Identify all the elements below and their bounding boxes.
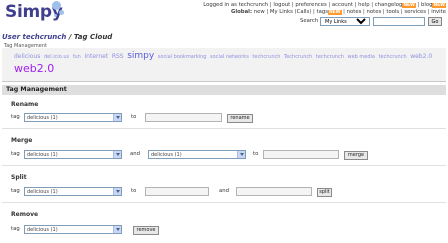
tag-cloud-link[interactable]: techcrunch xyxy=(316,54,344,60)
page-title: User techcrunch / Tag Cloud xyxy=(2,33,112,41)
blog-link[interactable]: blog xyxy=(421,2,432,8)
nav-notes-link[interactable]: notes xyxy=(347,9,362,15)
tag-management-heading: Tag Management xyxy=(2,85,446,95)
tag-cloud-link[interactable]: social bookmarking xyxy=(158,54,207,60)
section-divider xyxy=(2,128,446,129)
top-navigation: Logged in as techcrunch | logout | prefe… xyxy=(200,2,446,16)
tag-cloud-link[interactable]: Techcrunch xyxy=(284,54,312,60)
search-go-button[interactable]: Go xyxy=(428,17,442,26)
chevron-down-icon xyxy=(113,114,121,121)
page-title-section: Tag Cloud xyxy=(73,33,113,41)
merge-section-title: Merge xyxy=(11,137,33,144)
rename-new-name-input[interactable] xyxy=(145,113,222,122)
split-tag-select[interactable]: delicious (1) xyxy=(24,187,122,196)
chevron-down-icon xyxy=(113,226,121,233)
tag-cloud-link[interactable]: simpy xyxy=(127,51,154,61)
split-section-title: Split xyxy=(11,174,27,181)
nav-my-links-link[interactable]: My Links xyxy=(270,9,293,15)
nav-new-link[interactable]: new xyxy=(254,9,265,15)
global-label: Global: xyxy=(230,9,253,15)
tag-cloud-link[interactable]: fun xyxy=(73,54,81,60)
remove-tag-value: delicious (1) xyxy=(27,227,58,233)
new-badge: NEW xyxy=(432,3,446,8)
search-scope-select[interactable]: My Links xyxy=(320,17,370,26)
tag-cloud-link[interactable]: del.icio.us xyxy=(44,54,69,60)
chevron-down-icon xyxy=(113,188,121,195)
tag-cloud-link[interactable]: web media xyxy=(347,54,375,60)
simpy-logo[interactable]: Simpy xyxy=(2,0,72,30)
nav-services-link[interactable]: services xyxy=(404,9,426,15)
tag-cloud-link[interactable]: techcrunch xyxy=(379,54,407,60)
global-links-row: Global: new | My Links (Calls) | tagsNEW… xyxy=(230,9,446,15)
logout-link[interactable]: logout xyxy=(273,2,290,8)
remove-tag-label: tag xyxy=(11,226,20,232)
new-badge: NEW xyxy=(327,10,342,15)
merge-tag1-value: delicious (1) xyxy=(27,152,58,158)
nav-notes-link-2[interactable]: notes xyxy=(367,9,382,15)
page-title-sep: / xyxy=(68,33,72,41)
section-divider xyxy=(2,202,446,203)
tag-cloud-link[interactable]: techcrunch xyxy=(252,54,280,60)
new-badge: NEW xyxy=(402,3,416,8)
rename-to-label: to xyxy=(131,114,137,120)
remove-button[interactable]: remove xyxy=(133,226,159,235)
merge-tag2-select[interactable]: delicious (1) xyxy=(148,150,246,159)
logo-dot-medium xyxy=(59,10,64,15)
merge-tag2-value: delicious (1) xyxy=(151,152,182,158)
logo-dot-small xyxy=(54,14,57,17)
nav-calls-link[interactable]: Calls xyxy=(297,9,310,15)
nav-invite-link[interactable]: invite xyxy=(431,9,446,15)
tag-cloud: delicious del.icio.us fun Internet RSS s… xyxy=(2,48,446,82)
changelog-link[interactable]: changelog xyxy=(375,2,403,8)
account-link[interactable]: account xyxy=(332,2,353,8)
chevron-down-icon xyxy=(237,151,245,158)
account-links-row: Logged in as techcrunch | logout | prefe… xyxy=(203,2,446,8)
rename-tag-value: delicious (1) xyxy=(27,115,58,121)
split-to-label: to xyxy=(131,188,137,194)
remove-tag-select[interactable]: delicious (1) xyxy=(24,225,122,234)
help-link[interactable]: help xyxy=(358,2,369,8)
tag-cloud-link[interactable]: RSS xyxy=(112,53,124,60)
search-input[interactable] xyxy=(373,17,425,26)
preferences-link[interactable]: preferences xyxy=(295,2,326,8)
tag-cloud-link[interactable]: Internet xyxy=(84,53,108,60)
rename-tag-select[interactable]: delicious (1) xyxy=(24,113,122,122)
merge-tag1-select[interactable]: delicious (1) xyxy=(24,150,122,159)
logo-dot-large xyxy=(52,1,61,10)
tag-cloud-link[interactable]: delicious xyxy=(14,53,40,60)
search-label: Search xyxy=(300,18,319,24)
split-tag-value: delicious (1) xyxy=(27,189,58,195)
search-bar: Search My Links Go xyxy=(294,17,446,26)
rename-button[interactable]: rename xyxy=(227,114,253,123)
tag-cloud-link[interactable]: social networks xyxy=(210,54,249,60)
merge-tag-label: tag xyxy=(11,151,20,157)
logged-in-as: Logged in as techcrunch xyxy=(203,2,269,8)
nav-tags-link[interactable]: tags xyxy=(317,9,328,15)
split-name2-input[interactable] xyxy=(236,187,312,196)
merge-button[interactable]: merge xyxy=(344,151,368,160)
tag-cloud-link[interactable]: web2.0 xyxy=(14,62,54,75)
merge-to-label: to xyxy=(253,151,259,157)
merge-and-label: and xyxy=(130,151,140,157)
tag-cloud-link[interactable]: web2.0 xyxy=(410,53,432,60)
split-and-label: and xyxy=(219,188,229,194)
split-tag-label: tag xyxy=(11,188,20,194)
merge-new-name-input[interactable] xyxy=(263,150,339,159)
remove-section-title: Remove xyxy=(11,211,39,218)
rename-section-title: Rename xyxy=(11,101,39,108)
page-title-user[interactable]: User techcrunch xyxy=(2,33,66,41)
chevron-down-icon xyxy=(113,151,121,158)
split-button[interactable]: split xyxy=(317,188,332,197)
nav-tools-link[interactable]: tools xyxy=(386,9,399,15)
section-divider xyxy=(2,165,446,166)
split-name1-input[interactable] xyxy=(145,187,209,196)
rename-tag-label: tag xyxy=(11,114,20,120)
